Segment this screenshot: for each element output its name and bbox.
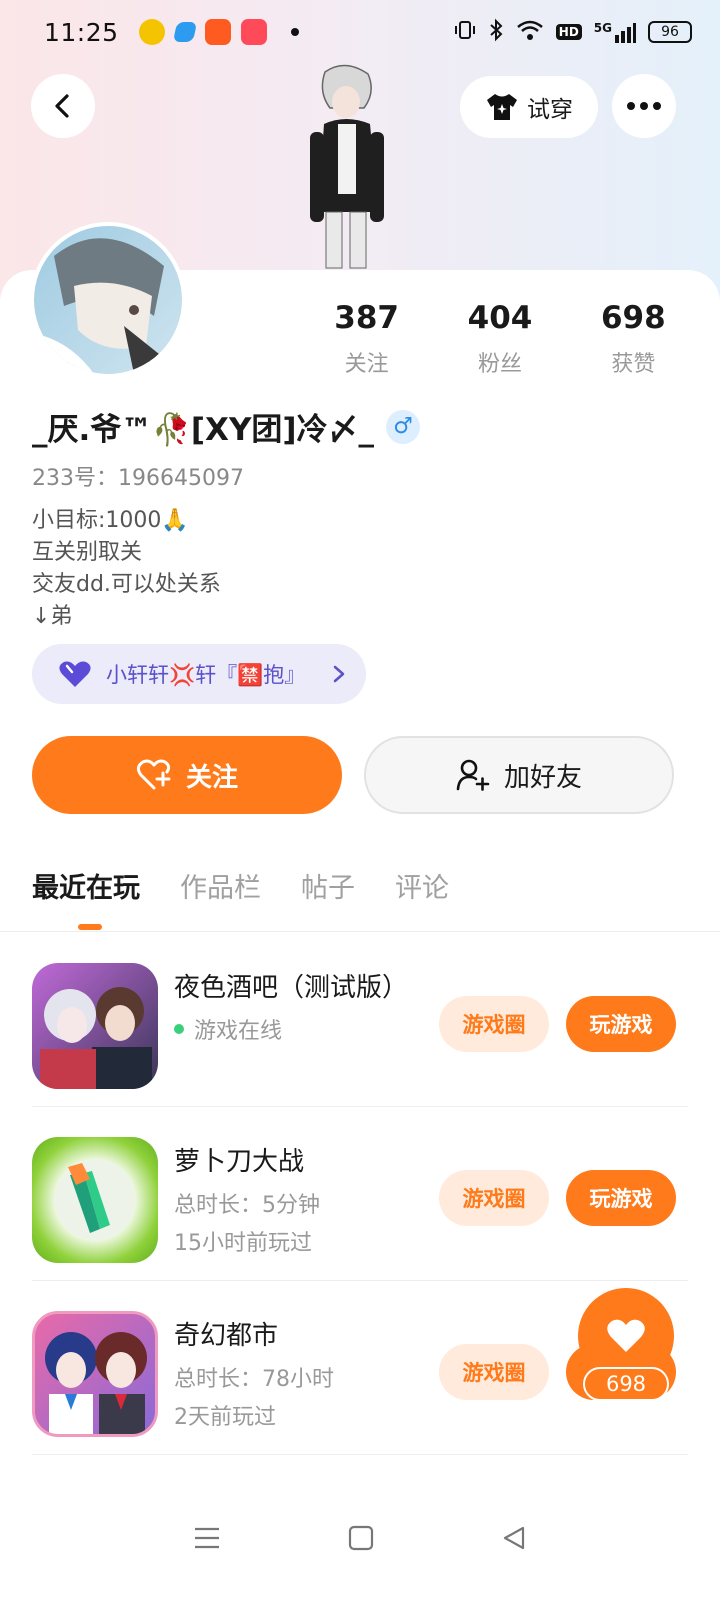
home-nav-button[interactable] <box>348 1525 374 1555</box>
more-notifications-dot <box>290 28 299 36</box>
game-playtime: 总时长：78小时 <box>174 1367 334 1392</box>
online-dot <box>174 1024 184 1034</box>
game-title: 萝卜刀大战 <box>174 1147 305 1177</box>
try-on-label: 试穿 <box>527 97 573 123</box>
pink-app-icon <box>240 19 267 45</box>
menu-icon <box>195 1527 220 1549</box>
game-last-played: 2天前玩过 <box>174 1405 276 1430</box>
bluetooth-icon <box>488 18 504 47</box>
group-label: 小轩轩💢轩『🈲抱』 <box>106 663 306 687</box>
list-item[interactable]: 夜色酒吧（测试版） 游戏在线 游戏圈 玩游戏 <box>32 933 688 1107</box>
tabs-divider <box>0 931 720 932</box>
game-last-played: 15小时前玩过 <box>174 1231 312 1256</box>
more-dots-icon <box>627 102 661 110</box>
follow-label: 关注 <box>185 762 238 793</box>
bio-line: 交友dd.可以处关系 <box>32 572 221 597</box>
signal-icon: 5G <box>594 21 636 43</box>
likes-label: 获赞 <box>611 352 656 377</box>
avatar[interactable] <box>30 222 186 378</box>
chevron-left-icon <box>55 94 69 118</box>
status-time: 11:25 <box>44 17 119 47</box>
add-friend-button[interactable]: 加好友 <box>364 736 674 814</box>
tab-works[interactable]: 作品栏 <box>180 866 261 905</box>
game-circle-button[interactable]: 游戏圈 <box>439 1170 549 1226</box>
try-on-button[interactable]: 试穿 <box>460 76 598 138</box>
user-id[interactable]: 233号：196645097 <box>32 460 244 492</box>
bio-line: ↓弟 <box>32 604 73 629</box>
game-icon-night-bar[interactable] <box>32 963 158 1089</box>
weibo-icon <box>138 19 165 45</box>
heart-plus-icon <box>136 759 171 790</box>
tshirt-icon <box>487 94 517 120</box>
chevron-right-icon <box>333 665 345 683</box>
status-indicators: HD 5G 96 <box>454 18 692 47</box>
wifi-icon <box>516 19 544 46</box>
floating-like-count: 698 <box>583 1367 669 1401</box>
followers-count: 404 <box>467 300 533 336</box>
following-label: 关注 <box>344 352 389 377</box>
stat-likes[interactable]: 698 获赞 <box>567 300 700 378</box>
game-online-status: 游戏在线 <box>174 1013 282 1045</box>
stat-following[interactable]: 387 关注 <box>300 300 433 378</box>
add-friend-label: 加好友 <box>503 762 582 793</box>
game-circle-button[interactable]: 游戏圈 <box>439 1344 549 1400</box>
gender-male-icon: ♂ <box>386 409 421 444</box>
tab-posts[interactable]: 帖子 <box>301 866 355 905</box>
purple-heart-icon <box>59 661 91 687</box>
back-nav-button[interactable] <box>501 1525 527 1555</box>
status-bar: 11:25 HD 5G 96 <box>0 0 720 64</box>
followers-label: 粉丝 <box>477 352 522 377</box>
play-game-button[interactable]: 玩游戏 <box>566 1170 676 1226</box>
game-icon-radish-knife[interactable] <box>32 1137 158 1263</box>
list-item[interactable]: 萝卜刀大战 总时长：5分钟 15小时前玩过 游戏圈 玩游戏 <box>32 1107 688 1281</box>
following-count: 387 <box>334 300 400 336</box>
game-playtime: 总时长：5分钟 <box>174 1193 320 1218</box>
likes-count: 698 <box>600 300 666 336</box>
battery-level: 96 <box>661 24 679 40</box>
online-text: 游戏在线 <box>194 1019 283 1044</box>
profile-name: _厌.爷™🥀[XY团]冷〆_ <box>32 412 375 448</box>
battery-icon: 96 <box>648 21 692 43</box>
profile-name-row: _厌.爷™🥀[XY团]冷〆_ ♂ <box>32 404 421 449</box>
hd-badge: HD <box>555 24 582 40</box>
profile-stats: 387 关注 404 粉丝 698 获赞 <box>300 300 700 378</box>
bio-line: 小目标:1000🙏 <box>32 508 189 533</box>
profile-bio: 小目标:1000🙏 互关别取关 交友dd.可以处关系 ↓弟 <box>32 505 221 633</box>
game-circle-button[interactable]: 游戏圈 <box>439 996 549 1052</box>
avatar-character-figure <box>290 62 400 272</box>
blue-app-icon <box>172 22 197 42</box>
notification-app-icons <box>138 19 299 45</box>
vibrate-icon <box>454 19 476 46</box>
network-type: 5G <box>593 21 612 35</box>
game-title: 夜色酒吧（测试版） <box>174 973 409 1003</box>
profile-page: 11:25 HD 5G 96 试穿 387 关注 404 粉丝 698 获赞 _… <box>0 0 720 1600</box>
menu-nav-button[interactable] <box>193 1526 221 1554</box>
home-square-icon <box>348 1525 374 1551</box>
orange-app-icon <box>204 19 231 45</box>
bio-line: 互关别取关 <box>32 540 143 565</box>
more-button[interactable] <box>612 74 676 138</box>
play-game-button[interactable]: 玩游戏 <box>566 996 676 1052</box>
back-button[interactable] <box>31 74 95 138</box>
tab-comments[interactable]: 评论 <box>395 866 449 905</box>
system-nav-bar <box>0 1480 720 1600</box>
tab-recent-played[interactable]: 最近在玩 <box>32 866 140 930</box>
heart-icon <box>607 1319 645 1352</box>
profile-tabs: 最近在玩 作品栏 帖子 评论 <box>32 866 449 930</box>
follow-button[interactable]: 关注 <box>32 736 342 814</box>
game-icon-fantasy-city[interactable] <box>32 1311 158 1437</box>
add-user-icon <box>456 759 490 791</box>
stat-followers[interactable]: 404 粉丝 <box>433 300 566 378</box>
back-triangle-icon <box>503 1526 524 1550</box>
game-title: 奇幻都市 <box>174 1321 279 1351</box>
group-badge-button[interactable]: 小轩轩💢轩『🈲抱』 <box>32 644 366 704</box>
